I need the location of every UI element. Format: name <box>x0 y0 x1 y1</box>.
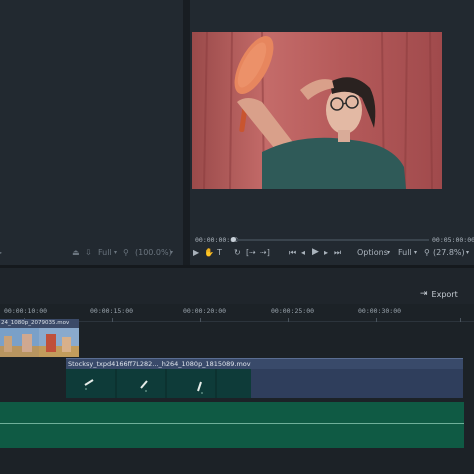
chevron-down-icon[interactable]: ▾ <box>414 248 417 258</box>
export-icon: ⇥ <box>420 289 428 299</box>
chevron-down-icon[interactable]: ▾ <box>170 248 173 258</box>
prev-frame-icon[interactable]: ◂ <box>301 248 305 258</box>
audio-track[interactable] <box>0 402 464 448</box>
clip-thumbnail-strip <box>0 328 79 357</box>
zoom-icon: ⚲ <box>424 248 430 257</box>
timeline-empty-area <box>0 448 474 474</box>
chevron-down-icon[interactable]: ▾ <box>466 248 469 258</box>
ruler-tick-label: 00:00:25:00 <box>271 307 315 315</box>
skip-forward-icon[interactable]: ⏭ <box>334 248 341 258</box>
export-button[interactable]: ⇥ Export <box>420 288 458 300</box>
clip-title[interactable]: Stocksy_txpd4166ff7L282..._h264_1080p_18… <box>66 358 463 369</box>
options-menu[interactable]: Options <box>357 248 388 258</box>
playback-progress-track[interactable] <box>233 239 429 241</box>
ruler-tick-label: 00:00:10:00 <box>4 307 48 315</box>
editor-window: ▸ ⏏ ⇩ Full ▾ ⚲ (100.0%) ▾ 00:00:00:00 00… <box>0 0 474 474</box>
skip-back-icon[interactable]: ⏮ <box>289 248 296 258</box>
playback-controls: ▶ ✋ T ↻ [⇢ ⇢] ⏮ ◂ ▶ ▸ ⏭ Options ▾ Full ▾… <box>190 244 474 262</box>
loop-icon[interactable]: ↻ <box>234 248 241 258</box>
source-preview-panel <box>0 0 183 240</box>
panel-divider[interactable] <box>183 0 190 265</box>
audio-volume-line[interactable] <box>0 423 464 424</box>
text-tool-icon[interactable]: T <box>217 248 222 258</box>
source-preview-controls: ▸ ⏏ ⇩ Full ▾ ⚲ (100.0%) ▾ <box>0 240 183 265</box>
ruler-tick-label: 00:00:15:00 <box>90 307 134 315</box>
play-pause-button[interactable]: ▶ <box>312 247 319 257</box>
zoom-icon: ⚲ <box>123 248 129 257</box>
mark-in-icon[interactable]: [⇢ <box>246 248 256 258</box>
total-timecode: 00:05:00:00 <box>432 236 474 244</box>
download-icon[interactable]: ⇩ <box>85 248 92 258</box>
chevron-down-icon[interactable]: ▾ <box>114 248 117 258</box>
clip-thumbnails[interactable] <box>66 369 251 398</box>
clip-thumbnail-strip <box>66 369 251 398</box>
zoom-mode-select[interactable]: Full <box>398 248 412 258</box>
next-frame-icon[interactable]: ▸ <box>324 248 328 258</box>
play-icon[interactable]: ▶ <box>193 248 199 258</box>
hand-tool-icon[interactable]: ✋ <box>204 248 214 258</box>
clip-title[interactable]: 24_1080p_2079035.mov <box>0 319 79 328</box>
export-label: Export <box>431 289 458 299</box>
video-preview-frame[interactable] <box>192 32 442 189</box>
timeline-toolbar <box>0 268 474 304</box>
ruler-tick-label: 00:00:20:00 <box>183 307 227 315</box>
clip-thumbnails[interactable] <box>0 328 79 357</box>
zoom-mode-select[interactable]: Full <box>98 248 112 258</box>
import-icon[interactable]: ⏏ <box>72 248 80 258</box>
chevron-down-icon[interactable]: ▾ <box>387 248 390 258</box>
zoom-percent: (100.0%) <box>135 248 172 257</box>
zoom-percent: (27.8%) <box>433 248 465 257</box>
playhead-handle[interactable] <box>231 237 236 242</box>
ruler-tick-label: 00:00:30:00 <box>358 307 402 315</box>
play-icon[interactable]: ▸ <box>0 248 2 258</box>
video-frame-image <box>192 32 442 189</box>
mark-out-icon[interactable]: ⇢] <box>260 248 270 258</box>
